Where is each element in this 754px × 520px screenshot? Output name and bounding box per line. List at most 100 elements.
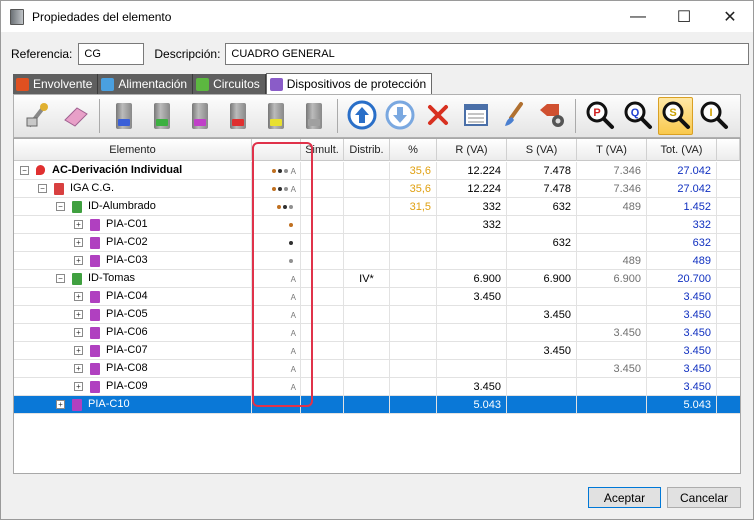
- tab-0[interactable]: Envolvente: [13, 74, 99, 94]
- device-yellow-button[interactable]: [258, 97, 293, 135]
- table-row[interactable]: + PIA-C04 A 3.450 3.450: [14, 288, 740, 306]
- collapse-icon[interactable]: −: [20, 166, 29, 175]
- cell-t: [577, 216, 647, 234]
- column-header[interactable]: Tot. (VA): [647, 139, 717, 161]
- cell-pad: [717, 198, 740, 216]
- envelope-icon: [16, 77, 29, 91]
- search-s-button[interactable]: S: [658, 97, 693, 135]
- cell-t: 7.346: [577, 162, 647, 180]
- cell-s: [507, 378, 577, 396]
- expand-icon[interactable]: +: [74, 328, 83, 337]
- tab-1[interactable]: Alimentación: [98, 74, 194, 94]
- search-q-button[interactable]: Q: [620, 97, 655, 135]
- breaker-green-icon: [72, 273, 82, 285]
- svg-text:Q: Q: [630, 107, 639, 119]
- expand-icon[interactable]: +: [74, 364, 83, 373]
- move-up-icon: [347, 100, 377, 133]
- cell-t: [577, 234, 647, 252]
- table-row[interactable]: − ID-Alumbrado 31,5 332 632 489 1.452: [14, 198, 740, 216]
- expand-icon[interactable]: +: [74, 292, 83, 301]
- expand-icon[interactable]: +: [74, 256, 83, 265]
- cell-pad: [717, 378, 740, 396]
- expand-icon[interactable]: +: [74, 346, 83, 355]
- expand-icon[interactable]: +: [74, 310, 83, 319]
- cell-t: 7.346: [577, 180, 647, 198]
- table-row[interactable]: + PIA-C06 A 3.450 3.450: [14, 324, 740, 342]
- toolbar-separator: [99, 99, 100, 133]
- svg-text:I: I: [709, 107, 712, 119]
- device-red-icon: [229, 103, 246, 129]
- price-tag-settings-button[interactable]: [534, 97, 569, 135]
- cell-s: 6.900: [507, 270, 577, 288]
- column-header[interactable]: T (VA): [577, 139, 647, 161]
- cancel-button[interactable]: Cancelar: [667, 487, 741, 508]
- expand-icon[interactable]: +: [74, 238, 83, 247]
- search-i-button[interactable]: I: [696, 97, 731, 135]
- table-row[interactable]: + PIA-C01 332 332: [14, 216, 740, 234]
- table-view-button[interactable]: [458, 97, 493, 135]
- brush-button[interactable]: [496, 97, 531, 135]
- table-row[interactable]: + PIA-C02 632 632: [14, 234, 740, 252]
- device-red-button[interactable]: [220, 97, 255, 135]
- eraser-button[interactable]: [58, 97, 93, 135]
- column-header[interactable]: Distrib.: [344, 139, 390, 161]
- column-header[interactable]: R (VA): [437, 139, 507, 161]
- expand-icon[interactable]: +: [56, 400, 65, 409]
- table-row[interactable]: − ID-Tomas A IV* 6.900 6.900 6.900 20.700: [14, 270, 740, 288]
- breaker-purple-icon: [90, 255, 100, 267]
- move-up-button[interactable]: [344, 97, 379, 135]
- tab-3[interactable]: Dispositivos de protección: [265, 73, 433, 94]
- descripcion-input[interactable]: CUADRO GENERAL: [225, 43, 750, 65]
- descripcion-label: Descripción:: [154, 47, 221, 61]
- cell-distrib: [344, 324, 390, 342]
- table-row[interactable]: − IGA C.G. A 35,6 12.224 7.478 7.346 27.042: [14, 180, 740, 198]
- expand-icon[interactable]: +: [74, 382, 83, 391]
- cell-tot: 3.450: [647, 306, 717, 324]
- wizard-button[interactable]: [20, 97, 55, 135]
- search-p-button[interactable]: P: [582, 97, 617, 135]
- table-row[interactable]: − AC-Derivación Individual A 35,6 12.224 7.47…: [14, 162, 740, 180]
- table-row[interactable]: + PIA-C09 A 3.450 3.450: [14, 378, 740, 396]
- minimize-button[interactable]: —: [615, 1, 661, 32]
- referencia-label: Referencia:: [11, 47, 73, 61]
- delete-button[interactable]: [420, 97, 455, 135]
- column-header[interactable]: %: [390, 139, 437, 161]
- tab-label: Envolvente: [33, 77, 93, 91]
- element-name: PIA-C04: [106, 290, 148, 302]
- collapse-icon[interactable]: −: [56, 202, 65, 211]
- element-name: PIA-C01: [106, 218, 148, 230]
- collapse-icon[interactable]: −: [38, 184, 47, 193]
- device-blue-button[interactable]: [106, 97, 141, 135]
- table-row[interactable]: + PIA-C03 489 489: [14, 252, 740, 270]
- table-row[interactable]: + PIA-C08 A 3.450 3.450: [14, 360, 740, 378]
- element-name: IGA C.G.: [70, 182, 115, 194]
- element-name: ID-Alumbrado: [88, 200, 156, 212]
- tab-label: Alimentación: [118, 77, 188, 91]
- collapse-icon[interactable]: −: [56, 274, 65, 283]
- expand-icon[interactable]: +: [74, 220, 83, 229]
- referencia-input[interactable]: CG: [78, 43, 145, 65]
- device-grey-button[interactable]: [296, 97, 331, 135]
- element-name: PIA-C02: [106, 236, 148, 248]
- device-green-button[interactable]: [144, 97, 179, 135]
- column-header[interactable]: S (VA): [507, 139, 577, 161]
- cell-t: [577, 378, 647, 396]
- maximize-button[interactable]: ☐: [661, 1, 707, 32]
- cell-pad: [717, 216, 740, 234]
- cell-r: [437, 360, 507, 378]
- cell-s: [507, 396, 577, 414]
- column-header[interactable]: Elemento: [14, 139, 252, 161]
- cell-r: 3.450: [437, 288, 507, 306]
- table-row[interactable]: + PIA-C07 A 3.450 3.450: [14, 342, 740, 360]
- close-button[interactable]: ✕: [707, 1, 753, 32]
- element-name: PIA-C08: [106, 362, 148, 374]
- tab-2[interactable]: Circuitos: [193, 74, 266, 94]
- table-row[interactable]: + PIA-C05 A 3.450 3.450: [14, 306, 740, 324]
- cell-tot: 3.450: [647, 342, 717, 360]
- table-row[interactable]: + PIA-C10 5.043 5.043: [14, 396, 740, 414]
- device-purple-button[interactable]: [182, 97, 217, 135]
- breaker-purple-icon: [90, 219, 100, 231]
- accept-button[interactable]: Aceptar: [588, 487, 661, 508]
- circuits-icon: [196, 77, 210, 91]
- move-down-button[interactable]: [382, 97, 417, 135]
